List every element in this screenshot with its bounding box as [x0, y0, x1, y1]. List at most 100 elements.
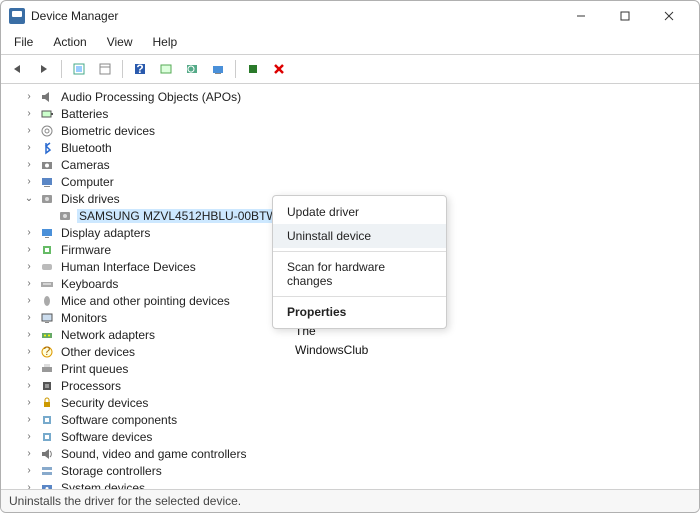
firmware-icon [39, 242, 55, 258]
menu-view[interactable]: View [104, 33, 136, 51]
window-title: Device Manager [31, 9, 559, 23]
bluetooth-icon [39, 140, 55, 156]
camera-icon [39, 157, 55, 173]
tree-node-label: Print queues [59, 362, 130, 376]
chevron-right-icon[interactable]: › [23, 227, 35, 238]
forward-button[interactable] [33, 58, 55, 80]
titlebar: Device Manager [1, 1, 699, 31]
chevron-right-icon[interactable]: › [23, 482, 35, 489]
status-text: Uninstalls the driver for the selected d… [9, 494, 241, 508]
tree-node-label: Processors [59, 379, 123, 393]
toolbar-separator [61, 60, 62, 78]
computer-icon [39, 174, 55, 190]
ctx-properties[interactable]: Properties [273, 300, 446, 324]
tree-node[interactable]: ›Batteries [7, 105, 699, 122]
printer-icon [39, 361, 55, 377]
disk-icon [39, 191, 55, 207]
tree-node[interactable]: ›Storage controllers [7, 462, 699, 479]
monitor-icon [39, 310, 55, 326]
menu-help[interactable]: Help [150, 33, 181, 51]
tree-node[interactable]: ›Software devices [7, 428, 699, 445]
chevron-right-icon[interactable]: › [23, 125, 35, 136]
chevron-right-icon[interactable]: › [23, 176, 35, 187]
chevron-right-icon[interactable]: › [23, 431, 35, 442]
tb-icon[interactable] [68, 58, 90, 80]
tree-node-label: Mice and other pointing devices [59, 294, 232, 308]
tree-node-label: Computer [59, 175, 116, 189]
chevron-right-icon[interactable]: › [23, 261, 35, 272]
tree-node[interactable]: › Cameras [7, 156, 699, 173]
tb-icon[interactable] [94, 58, 116, 80]
chevron-right-icon[interactable]: › [23, 397, 35, 408]
tree-node-label: Monitors [59, 311, 109, 325]
tree-node-label: Display adapters [59, 226, 152, 240]
back-button[interactable] [7, 58, 29, 80]
chevron-right-icon[interactable]: › [23, 380, 35, 391]
toolbar: ? [1, 55, 699, 84]
chevron-right-icon[interactable]: › [23, 244, 35, 255]
tree-node-label: Cameras [59, 158, 112, 172]
fingerprint-icon [39, 123, 55, 139]
chevron-right-icon[interactable]: › [23, 159, 35, 170]
context-menu: Update driver Uninstall device Scan for … [272, 195, 447, 329]
tree-node[interactable]: › Biometric devices [7, 122, 699, 139]
tree-node-label: Biometric devices [59, 124, 157, 138]
tree-node-label: Security devices [59, 396, 150, 410]
chevron-right-icon[interactable]: › [23, 414, 35, 425]
tree-node[interactable]: ›Bluetooth [7, 139, 699, 156]
other-icon: ? [39, 344, 55, 360]
tree-node[interactable]: › Computer [7, 173, 699, 190]
software-icon [39, 412, 55, 428]
tree-node[interactable]: › Security devices [7, 394, 699, 411]
chevron-right-icon[interactable]: › [23, 329, 35, 340]
close-button[interactable] [647, 1, 691, 31]
display-icon [39, 225, 55, 241]
tree-node[interactable]: › Sound, video and game controllers [7, 445, 699, 462]
svg-text:?: ? [136, 62, 143, 76]
tree-node-label: Keyboards [59, 277, 120, 291]
ctx-update-driver[interactable]: Update driver [273, 200, 446, 224]
chevron-right-icon[interactable]: › [23, 91, 35, 102]
tb-icon[interactable] [242, 58, 264, 80]
chevron-right-icon[interactable]: › [23, 465, 35, 476]
tree-node-label: Audio Processing Objects (APOs) [59, 90, 243, 104]
tree-node[interactable]: › System devices [7, 479, 699, 489]
tree-node-label: Sound, video and game controllers [59, 447, 248, 461]
tree-node-label: System devices [59, 481, 147, 490]
minimize-button[interactable] [559, 1, 603, 31]
statusbar: Uninstalls the driver for the selected d… [1, 489, 699, 512]
ctx-separator [273, 251, 446, 252]
tree-node[interactable]: › Audio Processing Objects (APOs) [7, 88, 699, 105]
tb-icon[interactable] [155, 58, 177, 80]
menubar: File Action View Help [1, 31, 699, 55]
chevron-down-icon[interactable]: ⌄ [23, 193, 35, 204]
chevron-right-icon[interactable]: › [23, 108, 35, 119]
chevron-right-icon[interactable]: › [23, 346, 35, 357]
network-icon [39, 327, 55, 343]
tree-node[interactable]: › Processors [7, 377, 699, 394]
ctx-uninstall-device[interactable]: Uninstall device [273, 224, 446, 248]
software-icon [39, 429, 55, 445]
menu-action[interactable]: Action [50, 33, 89, 51]
scan-hardware-icon[interactable] [207, 58, 229, 80]
chevron-right-icon[interactable]: › [23, 142, 35, 153]
svg-text:?: ? [44, 345, 51, 358]
chevron-right-icon[interactable]: › [23, 295, 35, 306]
tb-icon[interactable] [181, 58, 203, 80]
tree-node-label: SAMSUNG MZVL4512HBLU-00BTW [77, 209, 280, 223]
chevron-right-icon[interactable]: › [23, 278, 35, 289]
uninstall-icon[interactable] [268, 58, 290, 80]
chevron-right-icon[interactable]: › [23, 363, 35, 374]
help-button-icon[interactable]: ? [129, 58, 151, 80]
chevron-right-icon[interactable]: › [23, 312, 35, 323]
window-controls [559, 1, 691, 31]
chevron-right-icon[interactable]: › [23, 448, 35, 459]
cpu-icon [39, 378, 55, 394]
tree-node-label: Disk drives [59, 192, 122, 206]
tree-node[interactable]: ›Software components [7, 411, 699, 428]
disk-icon [57, 208, 73, 224]
ctx-scan-hardware[interactable]: Scan for hardware changes [273, 255, 446, 293]
maximize-button[interactable] [603, 1, 647, 31]
tree-node[interactable]: › Print queues [7, 360, 699, 377]
menu-file[interactable]: File [11, 33, 36, 51]
